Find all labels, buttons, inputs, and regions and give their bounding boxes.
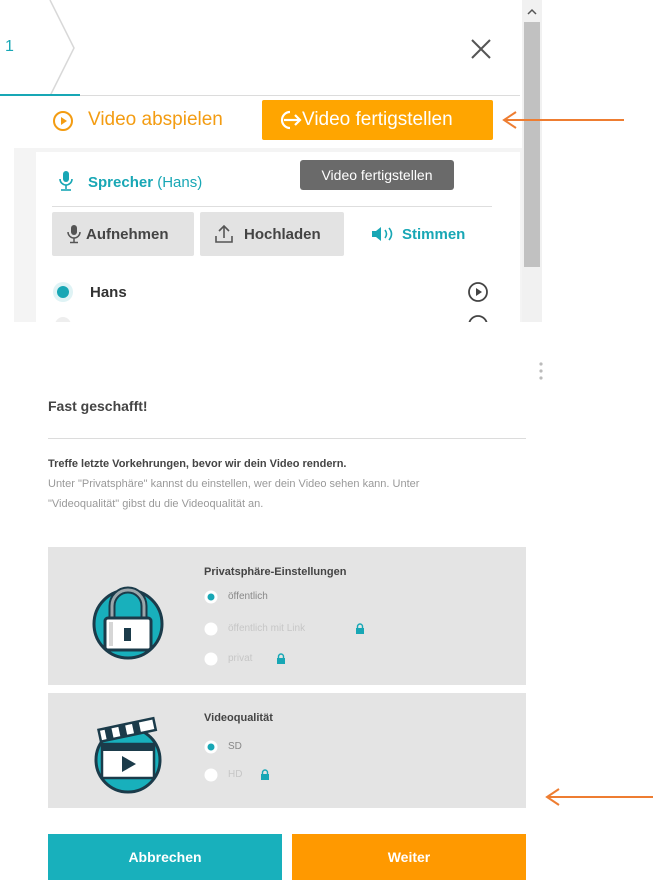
dialog-intro-heading: Treffe letzte Vorkehrungen, bevor wir de… [48,458,347,470]
padlock-icon [92,586,164,660]
tab-number[interactable]: 1 [5,38,14,56]
dialog-divider [48,438,526,439]
editor-panel: 1 Video abspielen Video fertigstellen Sp… [0,0,545,322]
next-button[interactable]: Weiter [292,834,526,880]
close-icon[interactable] [468,36,494,62]
active-tab-indicator [0,94,80,96]
privacy-radio[interactable] [204,652,218,666]
play-video-button[interactable]: Video abspielen [52,104,242,136]
cancel-button[interactable]: Abbrechen [48,834,282,880]
microphone-icon [59,171,73,191]
dialog-title: Fast geschafft! [48,398,148,414]
privacy-option-public[interactable]: öffentlich [228,591,268,602]
voices-link[interactable]: Stimmen [402,226,465,243]
premium-lock-icon [277,653,285,664]
speaker-label: Sprecher (Hans) [88,174,202,191]
speaker-name: (Hans) [157,174,203,191]
microphone-icon [67,225,81,244]
annotation-arrow [502,111,624,129]
privacy-option-link[interactable]: öffentlich mit Link [228,623,305,634]
clapperboard-icon [94,716,162,794]
voice-radio-selected[interactable] [52,281,74,303]
dialog-intro-text: Unter "Privatsphäre" kannst du einstelle… [48,474,528,514]
speaker-title: Sprecher [88,174,154,191]
quality-option-hd[interactable]: HD [228,769,242,780]
dialog-intro-line: Unter "Privatsphäre" kannst du einstelle… [48,478,420,490]
finish-video-tooltip: Video fertigstellen [300,160,454,190]
annotation-arrow [545,788,653,806]
premium-lock-icon [356,623,364,634]
more-options-icon[interactable] [537,360,545,382]
scrollbar-thumb[interactable] [524,22,540,267]
upload-icon [215,224,233,243]
privacy-title: Privatsphäre-Einstellungen [204,566,347,578]
premium-lock-icon [261,769,269,780]
video-quality-title: Videoqualität [204,712,273,724]
quality-radio-selected[interactable] [204,740,218,754]
quality-radio[interactable] [204,768,218,782]
speaker-divider [52,206,492,207]
privacy-radio-selected[interactable] [204,590,218,604]
quality-option-sd[interactable]: SD [228,741,242,752]
speaker-volume-icon [372,227,393,241]
play-circle-icon [53,111,73,131]
privacy-radio[interactable] [204,622,218,636]
voice-option-label: Hans [90,284,127,301]
scroll-up-arrow-icon[interactable] [522,4,542,20]
voice-radio[interactable] [54,316,72,322]
breadcrumb-chevron [49,0,75,96]
play-circle-icon[interactable] [467,281,489,303]
export-arrow-icon [280,110,302,130]
dialog-intro-line: "Videoqualität" gibst du die Videoqualit… [48,498,264,510]
play-circle-icon[interactable] [467,314,489,322]
privacy-option-private[interactable]: privat [228,653,252,664]
